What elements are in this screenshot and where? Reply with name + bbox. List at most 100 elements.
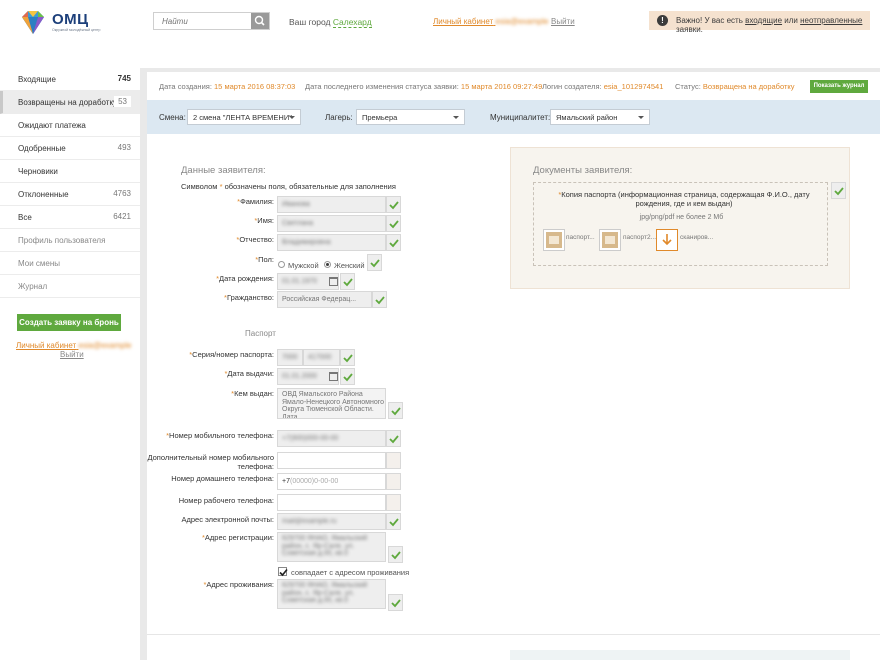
check-icon (389, 239, 399, 248)
reg-address-valid-check (388, 546, 403, 563)
name-valid-check (386, 215, 401, 232)
sidebar-item-label: Ожидают платежа (18, 121, 86, 130)
cabinet-label: Личный кабинет (433, 17, 494, 26)
sidebar-item-label: Отклоненные (18, 190, 69, 199)
sidebar-item-label: Входящие (18, 75, 56, 84)
reg-address-textarea[interactable]: 629700 ЯНАО, Ямальский район, с. Яр-Сале… (277, 532, 386, 562)
extra-mobile-status (386, 452, 401, 469)
calendar-icon[interactable] (329, 372, 338, 381)
logo-subtitle: Окружной молодёжный центр (52, 28, 101, 32)
header-cabinet-link[interactable]: Личный кабинет esia@example (433, 17, 548, 26)
check-icon (389, 220, 399, 229)
sidebar-item-count: 4763 (113, 189, 131, 198)
application-status: Статус: Возвращена на доработку (675, 82, 795, 91)
city-label: Ваш город (289, 17, 331, 27)
hint-suffix: обозначены поля, обязательные для заполн… (224, 182, 396, 191)
mobile-valid-check (386, 430, 401, 447)
show-journal-button[interactable]: Показать журнал (810, 80, 868, 93)
logo[interactable]: ОМЦ Окружной молодёжный центр (18, 8, 100, 40)
gender-female-label: Женский (334, 261, 365, 270)
check-icon (279, 568, 288, 577)
patronymic-label: *Отчество: (236, 235, 274, 244)
gender-male-radio[interactable] (278, 261, 285, 268)
created-date: Дата создания: 15 марта 2016 08:37:03 (159, 82, 295, 91)
live-address-textarea[interactable]: 629700 ЯНАО, Ямальский район, с. Яр-Сале… (277, 579, 386, 609)
sidebar-item-profile[interactable]: Профиль пользователя (0, 229, 140, 252)
citizenship-select[interactable]: Российская Федерац... (277, 291, 372, 308)
documents-panel: Документы заявителя: *Копия паспорта (ин… (510, 147, 850, 289)
check-icon (370, 259, 380, 268)
gender-female-radio[interactable] (324, 261, 331, 268)
important-notice: ! Важно! У вас есть входящие или неотпра… (649, 11, 870, 34)
notice-incoming-link[interactable]: входящие (745, 16, 782, 25)
application-info-bar: Дата создания: 15 марта 2016 08:37:03 Да… (147, 72, 880, 100)
same-address-checkbox[interactable] (278, 567, 288, 577)
passport-copy-title: *Копия паспорта (информационная страница… (558, 190, 810, 208)
city-name[interactable]: Салехард (332, 17, 372, 28)
passport-series-label: *Серия/номер паспорта: (189, 350, 274, 359)
search-button[interactable] (251, 13, 269, 29)
birth-date-label: *Дата рождения: (216, 274, 274, 283)
create-booking-button[interactable]: Создать заявку на бронь (17, 314, 121, 331)
surname-valid-check (386, 196, 401, 213)
patronymic-field[interactable]: Владимировна (277, 234, 386, 251)
camp-label: Лагерь: (325, 113, 353, 122)
municipality-select[interactable]: Ямальский район (550, 109, 650, 125)
surname-field[interactable]: Ивановa (277, 196, 386, 213)
notice-mid: или (784, 16, 798, 25)
sidebar-exit-link[interactable]: Выйти (60, 350, 84, 359)
sidebar-item-incoming[interactable]: Входящие 745 (0, 68, 140, 91)
city-selector[interactable]: Ваш город Салехард (289, 17, 372, 28)
sidebar-item-awaiting-payment[interactable]: Ожидают платежа (0, 114, 140, 137)
notice-suffix: заявки. (676, 25, 703, 34)
sidebar-item-all[interactable]: Все 6421 (0, 206, 140, 229)
sidebar-item-returned[interactable]: Возвращены на доработку 53 (0, 91, 140, 114)
home-phone-field[interactable]: +7(00000)0-00-00 (277, 473, 386, 490)
shift-label: Смена: (159, 113, 186, 122)
filter-bar: Смена: 2 смена "ЛЕНТА ВРЕМЕНИ" Лагерь: П… (147, 100, 880, 134)
passport-upload-zone[interactable]: *Копия паспорта (информационная страница… (533, 182, 828, 266)
check-icon (389, 435, 399, 444)
email-field[interactable]: mail@example.ru (277, 513, 386, 530)
extra-mobile-field[interactable] (277, 452, 386, 469)
name-field[interactable]: Светлана (277, 215, 386, 232)
mobile-field[interactable]: +7(900)000-00-00 (277, 430, 386, 447)
work-phone-field[interactable] (277, 494, 386, 511)
changed-label: Дата последнего изменения статуса заявки… (305, 82, 459, 91)
sidebar-item-my-shifts[interactable]: Мои смены (0, 252, 140, 275)
creator-login: Логин создателя: esia_1012974541 (542, 82, 663, 91)
passport-series-field[interactable]: 7000 (277, 349, 303, 366)
sidebar-item-drafts[interactable]: Черновики (0, 160, 140, 183)
file-thumbnail[interactable] (543, 229, 565, 251)
email-valid-check (386, 513, 401, 530)
gender-male-label: Мужской (288, 261, 319, 270)
birth-date-valid-check (340, 273, 355, 290)
status-label: Статус: (675, 82, 701, 91)
gender-label: *Пол: (255, 255, 274, 264)
calendar-icon[interactable] (329, 277, 338, 286)
sidebar-cabinet-link[interactable]: Личный кабинет esia@example (16, 341, 131, 350)
sidebar-item-rejected[interactable]: Отклоненные 4763 (0, 183, 140, 206)
sidebar-item-journal[interactable]: Журнал (0, 275, 140, 298)
citizenship-label: *Гражданство: (224, 293, 274, 302)
notice-unsent-link[interactable]: неотправленные (800, 16, 862, 25)
status-change-date: Дата последнего изменения статуса заявки… (305, 82, 542, 91)
camp-select[interactable]: Премьера (356, 109, 465, 125)
sidebar-item-label: Черновики (18, 167, 58, 176)
check-icon (343, 373, 353, 382)
section-divider (147, 634, 880, 635)
sidebar-item-approved[interactable]: Одобренные 493 (0, 137, 140, 160)
file-name: паспорт2... (623, 234, 657, 241)
issuer-textarea[interactable]: ОВД Ямальского Района Ямало-Ненецкого Ав… (277, 388, 386, 419)
header-exit-link[interactable]: Выйти (551, 17, 575, 26)
shift-select[interactable]: 2 смена "ЛЕНТА ВРЕМЕНИ" (187, 109, 301, 125)
applicant-section-title: Данные заявителя: (181, 165, 266, 176)
sidebar: Входящие 745 Возвращены на доработку 53 … (0, 68, 140, 660)
upload-button[interactable] (656, 229, 678, 251)
search-input[interactable] (154, 13, 252, 29)
passport-number-field[interactable]: 417000 (303, 349, 340, 366)
file-thumbnail[interactable] (599, 229, 621, 251)
check-icon (389, 518, 399, 527)
changed-value: 15 марта 2016 09:27:49 (460, 82, 543, 91)
issuer-valid-check (388, 402, 403, 419)
